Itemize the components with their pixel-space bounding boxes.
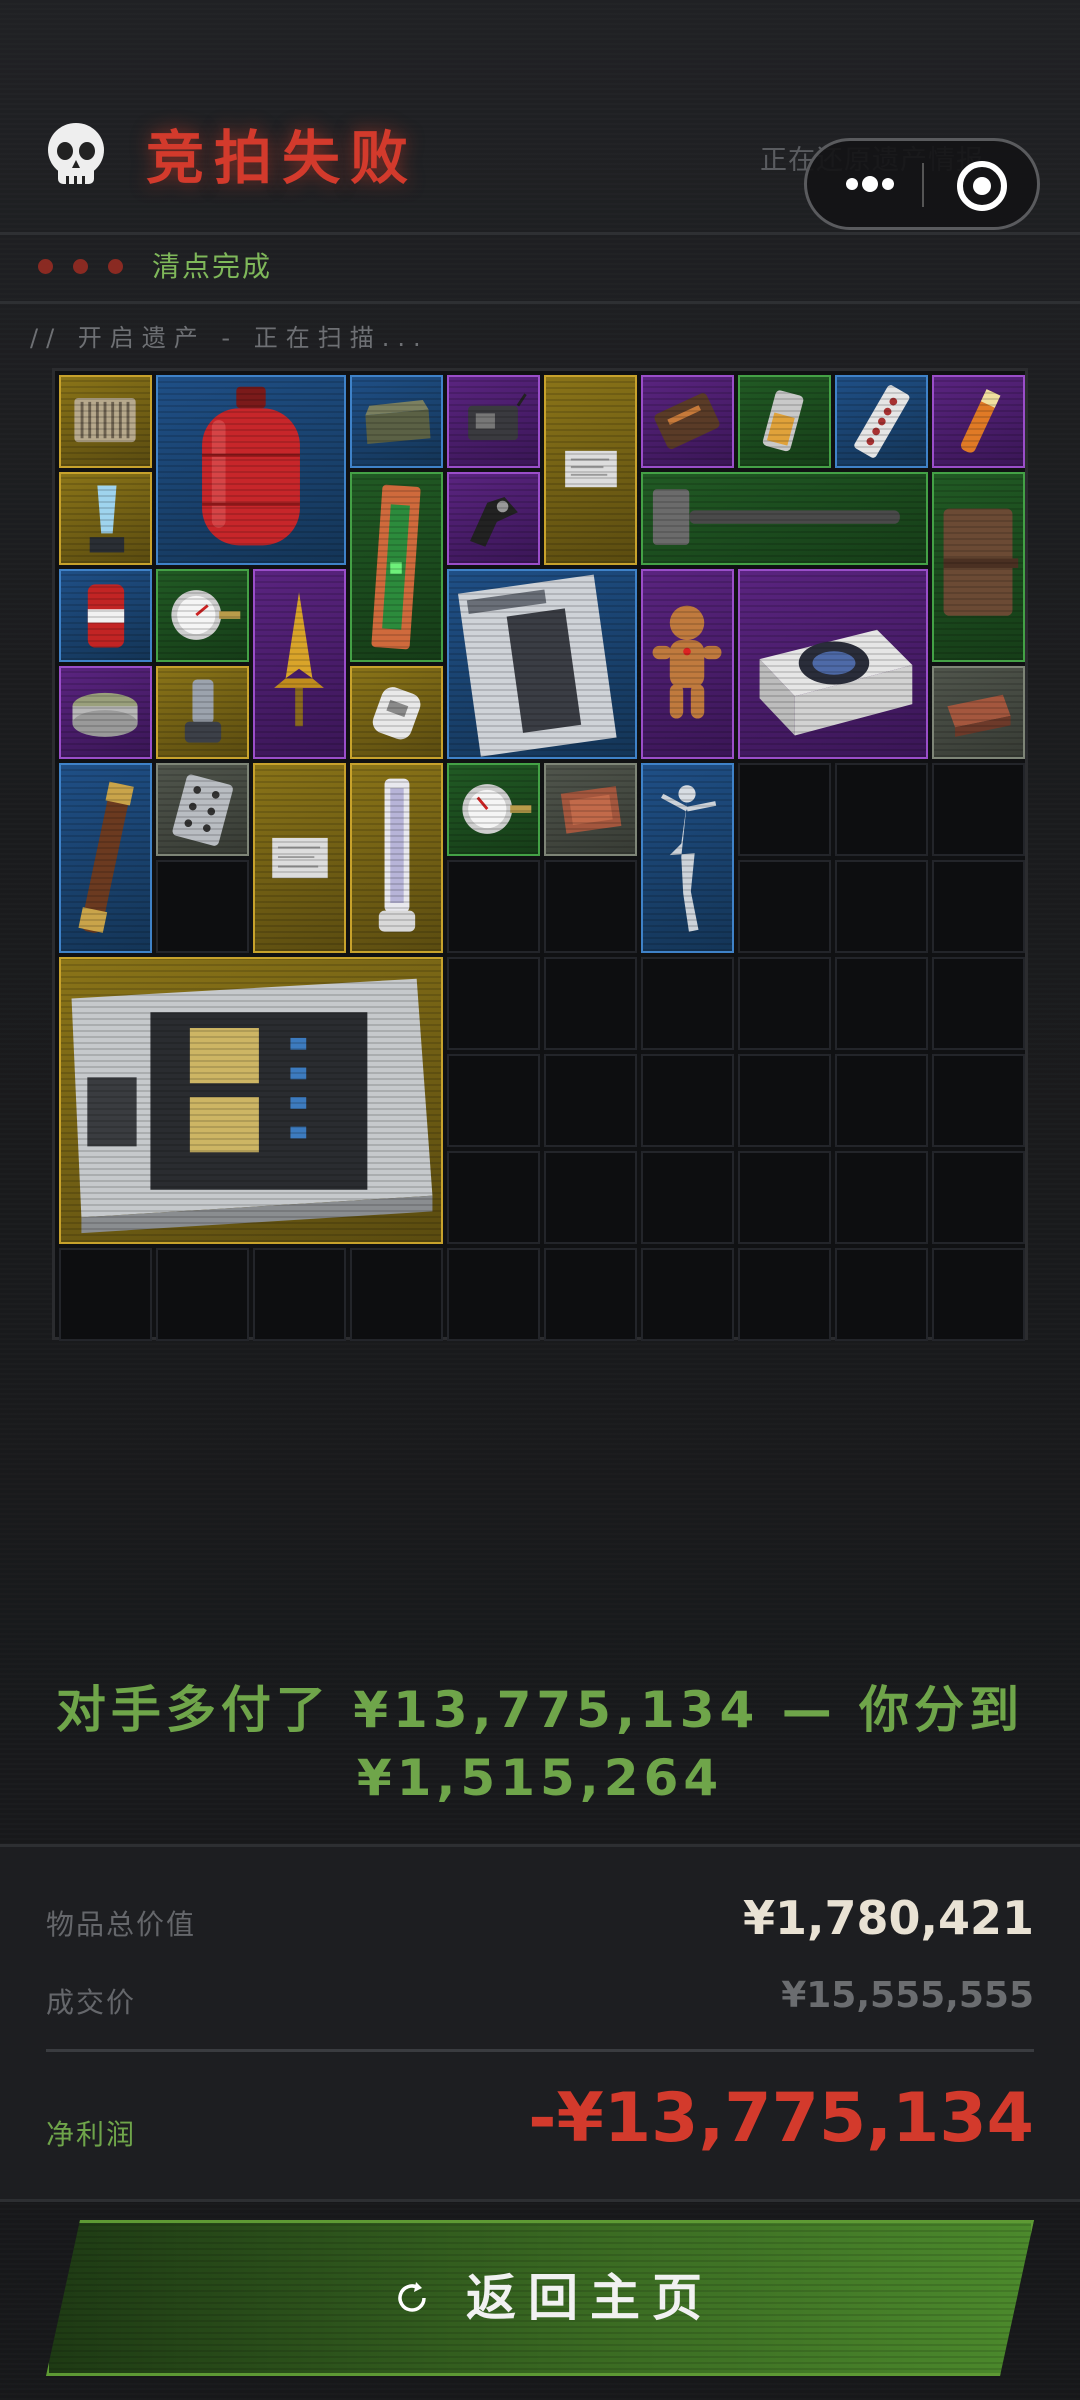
capsule-divider xyxy=(922,163,924,207)
gadget-board-item[interactable] xyxy=(447,375,540,468)
playing-card-item[interactable] xyxy=(156,763,249,856)
back-home-button[interactable]: 返回主页 xyxy=(46,2220,1034,2376)
progress-dot xyxy=(38,259,53,274)
signal-device-item[interactable] xyxy=(350,472,443,662)
result-message-line2: ¥1,515,264 xyxy=(356,1749,724,1807)
grid-cell xyxy=(932,763,1025,856)
back-home-label: 返回主页 xyxy=(466,2269,714,2327)
document-item[interactable] xyxy=(544,375,637,565)
inventory-status: 清点完成 xyxy=(152,250,273,283)
pressure-gauge-item[interactable] xyxy=(156,569,249,662)
glass-tube-item[interactable] xyxy=(350,763,443,953)
pill-strip-item[interactable] xyxy=(835,375,928,468)
grid-cell xyxy=(641,1248,734,1341)
grid-cell xyxy=(544,1248,637,1341)
grid-cell xyxy=(253,1248,346,1341)
grid-cell xyxy=(59,1248,152,1341)
crystal-trophy-item[interactable] xyxy=(59,472,152,565)
grid-cell xyxy=(641,957,734,1050)
gas-cylinder-item[interactable] xyxy=(156,375,346,565)
grid-cell xyxy=(738,860,831,953)
grid-cell xyxy=(156,860,249,953)
golden-spire-item[interactable] xyxy=(253,569,346,759)
grid-cell xyxy=(641,1054,734,1147)
summary-panel: 物品总价值 ¥1,780,421 成交价 ¥15,555,555 净利润 -¥1… xyxy=(0,1844,1080,2202)
reload-icon xyxy=(398,2282,426,2312)
grid-cell xyxy=(932,1248,1025,1341)
skull-icon xyxy=(48,123,104,184)
mini-program-capsule xyxy=(804,138,1040,230)
inventory-grid xyxy=(52,368,1028,1341)
sledgehammer-item[interactable] xyxy=(641,472,928,565)
grid-cell xyxy=(835,1248,928,1341)
magazine-item[interactable] xyxy=(447,569,637,759)
grid-cell xyxy=(738,1248,831,1341)
net-profit-label: 净利润 xyxy=(46,2118,137,2151)
clamp-item[interactable] xyxy=(447,472,540,565)
pressure-gauge-item-2[interactable] xyxy=(447,763,540,856)
status-bar: 清点完成 xyxy=(0,235,1080,304)
tobacco-tin-item[interactable] xyxy=(59,666,152,759)
grid-cell xyxy=(835,860,928,953)
grid-cell xyxy=(447,1151,540,1244)
matchbox-item-2[interactable] xyxy=(544,763,637,856)
grid-cell xyxy=(641,1151,734,1244)
header-bar: 竞拍失败 正在还原遗产情报 xyxy=(0,0,1080,235)
result-title: 竞拍失败 xyxy=(146,124,419,192)
vial-item[interactable] xyxy=(932,375,1025,468)
centrifuge-item[interactable] xyxy=(738,569,928,759)
total-value-label: 物品总价值 xyxy=(46,1908,197,1941)
server-rack-item[interactable] xyxy=(59,957,443,1244)
grid-cell xyxy=(738,957,831,1050)
grid-cell xyxy=(835,1054,928,1147)
grid-cell xyxy=(447,1248,540,1341)
sensor-item[interactable] xyxy=(350,666,443,759)
telescope-item[interactable] xyxy=(59,763,152,953)
grid-cell xyxy=(738,1054,831,1147)
grid-cell xyxy=(350,1248,443,1341)
grid-cell xyxy=(447,1054,540,1147)
grid-cell xyxy=(544,860,637,953)
circuit-board-item[interactable] xyxy=(59,375,152,468)
target-circle-icon[interactable] xyxy=(955,159,1009,213)
grid-cell xyxy=(835,1151,928,1244)
progress-dots xyxy=(38,259,143,279)
grid-cell xyxy=(738,1151,831,1244)
grid-cell xyxy=(544,1054,637,1147)
ammo-tin-item[interactable] xyxy=(350,375,443,468)
grid-cell xyxy=(447,957,540,1050)
result-message: 对手多付了 ¥13,775,134 — 你分到 ¥1,515,264 xyxy=(40,1676,1040,1812)
gingerbread-item[interactable] xyxy=(641,569,734,759)
progress-dot xyxy=(73,259,88,274)
grid-cell xyxy=(932,957,1025,1050)
progress-dot xyxy=(108,259,123,274)
deal-price-label: 成交价 xyxy=(46,1986,137,2019)
grid-cell xyxy=(932,1151,1025,1244)
summary-divider xyxy=(46,2049,1034,2052)
grid-cell xyxy=(447,860,540,953)
document-item-2[interactable] xyxy=(253,763,346,953)
deal-price: ¥15,555,555 xyxy=(781,1975,1034,2016)
matchbox-item[interactable] xyxy=(932,666,1025,759)
lighter-item[interactable] xyxy=(738,375,831,468)
grid-cell xyxy=(835,957,928,1050)
total-value: ¥1,780,421 xyxy=(742,1891,1034,1945)
grid-cell xyxy=(932,860,1025,953)
grid-cell xyxy=(156,1248,249,1341)
scan-status-line: // 开启遗产 - 正在扫描... xyxy=(30,324,429,352)
grid-cell xyxy=(835,763,928,856)
cola-can-item[interactable] xyxy=(59,569,152,662)
grid-cell xyxy=(932,1054,1025,1147)
net-profit-value: -¥13,775,134 xyxy=(528,2079,1034,2158)
grid-cell xyxy=(738,763,831,856)
more-dots-icon[interactable] xyxy=(827,159,913,209)
leather-notebook-item[interactable] xyxy=(932,472,1025,662)
result-message-line1: 对手多付了 ¥13,775,134 — 你分到 xyxy=(55,1681,1025,1739)
inhaler-item[interactable] xyxy=(156,666,249,759)
ballerina-statue-item[interactable] xyxy=(641,763,734,953)
grid-cell xyxy=(544,1151,637,1244)
wallet-item[interactable] xyxy=(641,375,734,468)
grid-cell xyxy=(544,957,637,1050)
